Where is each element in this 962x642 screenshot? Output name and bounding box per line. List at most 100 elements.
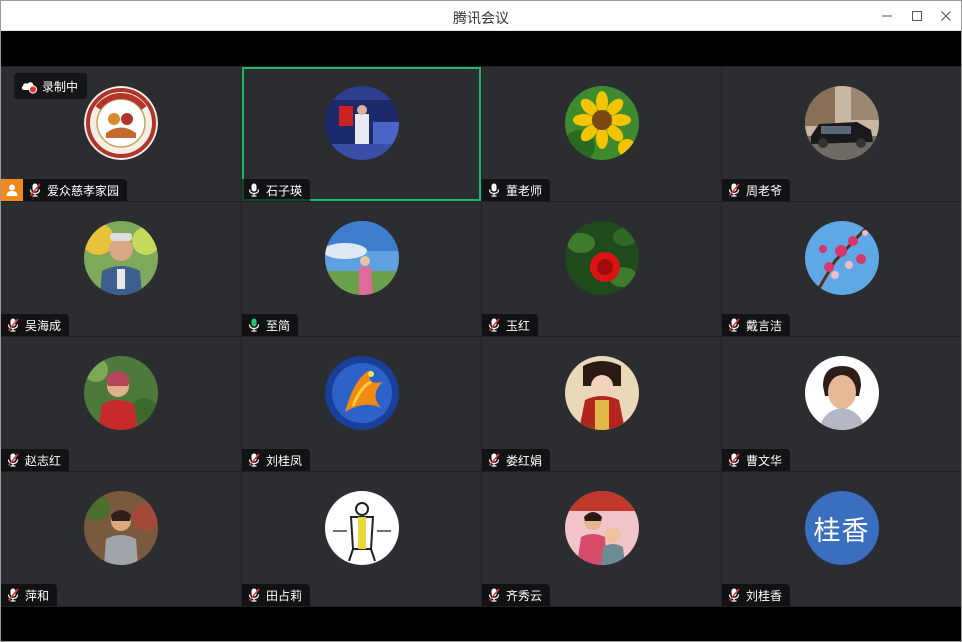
participant-name: 戴言洁 xyxy=(746,318,783,333)
participant-tile[interactable]: 娄红娟 xyxy=(482,337,721,471)
participant-avatar xyxy=(564,491,639,565)
participant-avatar: 桂香 xyxy=(804,491,879,565)
participant-avatar xyxy=(84,491,158,565)
avatar-image xyxy=(324,221,399,295)
minimize-icon xyxy=(882,15,892,17)
title-bar: 腾讯会议 xyxy=(1,1,961,31)
participant-nametag: 刘桂凤 xyxy=(242,449,311,471)
participant-avatar xyxy=(324,221,399,295)
participant-name: 萍和 xyxy=(25,588,50,603)
participant-nametag: 娄红娟 xyxy=(482,449,551,471)
mic-muted-icon xyxy=(728,183,740,197)
mic-muted-indicator xyxy=(4,314,22,336)
avatar-image xyxy=(324,86,399,160)
participant-avatar xyxy=(804,356,879,430)
top-black-bar xyxy=(1,31,961,66)
mic-muted-indicator xyxy=(725,584,743,606)
mic-muted-icon xyxy=(728,453,740,467)
participant-nametag: 戴言洁 xyxy=(722,314,791,336)
participant-name: 爱众慈孝家园 xyxy=(47,183,120,198)
mic-muted-indicator xyxy=(725,314,743,336)
participant-tile[interactable]: 萍和 xyxy=(1,472,241,606)
mic-muted-indicator xyxy=(725,449,743,471)
participant-name: 刘桂香 xyxy=(746,588,783,603)
video-grid: 爱众慈孝家园 石子瑛 董老师 周老爷 吴海成 至简 玉红 戴言洁 赵志红 刘桂凤… xyxy=(1,66,961,607)
participant-tile[interactable]: 曹文华 xyxy=(722,337,961,471)
participant-tile[interactable]: 桂香 刘桂香 xyxy=(722,472,961,606)
avatar-image xyxy=(564,491,639,565)
participant-name: 曹文华 xyxy=(746,453,783,468)
maximize-button[interactable] xyxy=(902,1,932,31)
participant-tile[interactable]: 戴言洁 xyxy=(722,202,961,336)
participant-avatar xyxy=(324,491,399,565)
participant-tile[interactable]: 吴海成 xyxy=(1,202,241,336)
avatar-initials: 桂香 xyxy=(813,515,870,547)
avatar-image xyxy=(564,86,639,160)
participant-avatar xyxy=(84,356,158,430)
avatar-image xyxy=(324,356,399,430)
participant-tile[interactable]: 石子瑛 xyxy=(242,67,481,201)
avatar-image xyxy=(564,221,639,295)
participant-tile[interactable]: 周老爷 xyxy=(722,67,961,201)
participant-name: 刘桂凤 xyxy=(266,453,303,468)
participant-tile[interactable]: 董老师 xyxy=(482,67,721,201)
participant-tile[interactable]: 赵志红 xyxy=(1,337,241,471)
participant-name: 周老爷 xyxy=(746,183,783,198)
participant-nametag: 爱众慈孝家园 xyxy=(23,179,128,201)
participant-name: 至简 xyxy=(266,318,291,333)
maximize-icon xyxy=(912,11,922,21)
participant-nametag: 吴海成 xyxy=(1,314,70,336)
participant-name: 石子瑛 xyxy=(266,183,303,198)
cloud-recording-icon xyxy=(21,82,38,94)
avatar-image xyxy=(804,356,879,430)
participant-avatar xyxy=(324,86,399,160)
mic-muted-icon xyxy=(488,588,500,602)
avatar-image xyxy=(84,221,158,295)
participant-name: 赵志红 xyxy=(25,453,62,468)
participant-nametag: 萍和 xyxy=(1,584,58,606)
mic-muted-icon xyxy=(728,318,740,332)
mic-muted-icon xyxy=(29,183,41,197)
participant-nametag: 玉红 xyxy=(482,314,539,336)
participant-nametag: 董老师 xyxy=(482,179,551,201)
participant-tile[interactable]: 齐秀云 xyxy=(482,472,721,606)
participant-nametag: 曹文华 xyxy=(722,449,791,471)
participant-tile[interactable]: 刘桂凤 xyxy=(242,337,481,471)
participant-nametag: 赵志红 xyxy=(1,449,70,471)
minimize-button[interactable] xyxy=(872,1,902,31)
avatar-image xyxy=(84,86,158,160)
mic-muted-icon xyxy=(7,588,19,602)
close-icon xyxy=(941,11,951,21)
host-badge xyxy=(1,179,23,201)
participant-name: 田占莉 xyxy=(266,588,303,603)
participant-nametag: 齐秀云 xyxy=(482,584,551,606)
participant-nametag: 至简 xyxy=(242,314,299,336)
avatar-image xyxy=(84,356,158,430)
mic-muted-indicator xyxy=(485,449,503,471)
mic-muted-icon xyxy=(248,588,260,602)
mic-muted-indicator xyxy=(485,584,503,606)
participant-avatar xyxy=(564,86,639,160)
mic-indicator xyxy=(485,179,503,201)
participant-avatar xyxy=(324,356,399,430)
host-user-icon xyxy=(6,184,18,196)
mic-muted-indicator xyxy=(485,314,503,336)
participant-tile[interactable]: 至简 xyxy=(242,202,481,336)
avatar-image xyxy=(804,86,879,160)
mic-indicator xyxy=(245,179,263,201)
mic-indicator xyxy=(245,314,263,336)
participant-tile[interactable]: 玉红 xyxy=(482,202,721,336)
participant-avatar xyxy=(804,221,879,295)
mic-muted-indicator xyxy=(4,449,22,471)
recording-label: 录制中 xyxy=(42,79,79,94)
participant-tile[interactable]: 田占莉 xyxy=(242,472,481,606)
participant-nametag: 石子瑛 xyxy=(242,179,311,201)
meeting-window: 腾讯会议 爱众慈孝家园 石子瑛 董老师 周老爷 吴海成 至简 玉红 戴言洁 赵志… xyxy=(0,0,962,642)
bottom-black-bar xyxy=(1,607,961,641)
participant-nametag: 田占莉 xyxy=(242,584,311,606)
recording-indicator[interactable]: 录制中 xyxy=(14,73,88,99)
participant-nametag: 刘桂香 xyxy=(722,584,791,606)
participant-avatar xyxy=(564,221,639,295)
close-button[interactable] xyxy=(931,1,961,31)
participant-avatar xyxy=(804,86,879,160)
